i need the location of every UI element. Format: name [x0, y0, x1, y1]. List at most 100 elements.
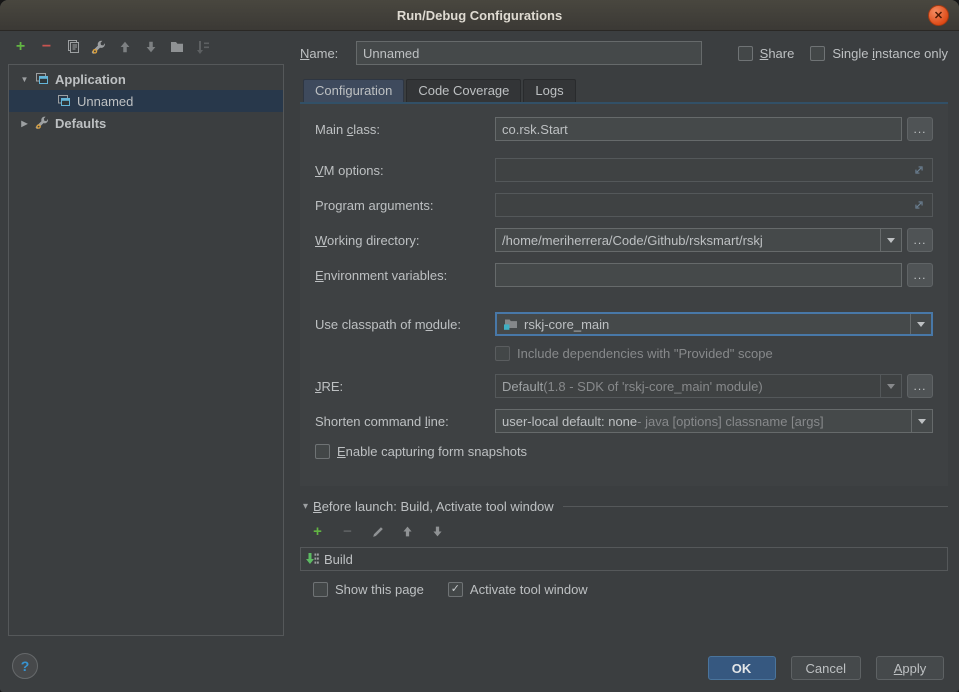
- tab-configuration[interactable]: Configuration: [303, 79, 404, 102]
- capture-snapshots-checkbox[interactable]: Enable capturing form snapshots: [315, 444, 527, 459]
- shorten-dropdown-button[interactable]: [911, 410, 932, 432]
- working-directory-input[interactable]: [502, 233, 874, 248]
- wrench-icon: [34, 115, 50, 131]
- tab-code-coverage[interactable]: Code Coverage: [406, 79, 521, 102]
- arrow-up-icon: [118, 40, 132, 54]
- tree-collapsed-icon[interactable]: ▶: [18, 119, 31, 128]
- share-checkbox-box[interactable]: [738, 46, 753, 61]
- shorten-command-line-combo[interactable]: user-local default: none - java [options…: [495, 409, 933, 433]
- jre-combo[interactable]: Default (1.8 - SDK of 'rskj-core_main' m…: [495, 374, 902, 398]
- tree-item-defaults[interactable]: ▶ Defaults: [9, 112, 283, 134]
- environment-variables-input[interactable]: [502, 268, 895, 283]
- show-this-page-checkbox[interactable]: Show this page: [313, 582, 424, 597]
- single-instance-label: Single instance only: [832, 46, 948, 61]
- use-classpath-label: Use classpath of module:: [315, 317, 495, 332]
- collapse-section-icon[interactable]: ▾: [303, 501, 308, 512]
- expand-editor-icon[interactable]: [912, 198, 926, 212]
- main-class-browse-button[interactable]: ...: [907, 117, 933, 141]
- arrow-down-icon: [431, 525, 444, 538]
- program-arguments-input[interactable]: [502, 198, 908, 213]
- working-directory-row: Working directory: ...: [315, 228, 933, 252]
- ellipsis-icon: ...: [913, 235, 926, 245]
- before-launch-options: Show this page ✓ Activate tool window: [300, 582, 948, 597]
- titlebar[interactable]: Run/Debug Configurations ✕: [0, 0, 959, 31]
- chevron-down-icon: [887, 238, 895, 247]
- jre-row: JRE: Default (1.8 - SDK of 'rskj-core_ma…: [315, 374, 933, 398]
- apply-button[interactable]: Apply: [876, 656, 944, 680]
- check-icon: ✓: [451, 584, 460, 595]
- show-this-page-checkbox-box[interactable]: [313, 582, 328, 597]
- edit-task-button[interactable]: [369, 523, 386, 540]
- module-value: rskj-core_main: [524, 317, 609, 332]
- environment-variables-field-wrap: [495, 263, 902, 287]
- name-input[interactable]: [363, 46, 695, 61]
- close-button[interactable]: ✕: [928, 5, 949, 26]
- chevron-down-icon: [917, 322, 925, 331]
- activate-tool-window-checkbox[interactable]: ✓ Activate tool window: [448, 582, 588, 597]
- single-instance-checkbox-box[interactable]: [810, 46, 825, 61]
- tree-expanded-icon[interactable]: ▼: [18, 75, 31, 84]
- vm-options-input[interactable]: [502, 163, 908, 178]
- arrow-up-icon: [401, 525, 414, 538]
- sort-configurations-button[interactable]: [194, 39, 211, 56]
- environment-variables-row: Environment variables: ...: [315, 263, 933, 287]
- ellipsis-icon: ...: [913, 124, 926, 134]
- jre-browse-button[interactable]: ...: [907, 374, 933, 398]
- tab-bar: Configuration Code Coverage Logs: [300, 79, 948, 102]
- before-launch-toolbar: + −: [309, 523, 948, 540]
- include-provided-checkbox-box[interactable]: [495, 346, 510, 361]
- window-title: Run/Debug Configurations: [397, 8, 562, 23]
- tree-item-application[interactable]: ▼ Application: [9, 68, 283, 90]
- move-up-button[interactable]: [116, 39, 133, 56]
- move-down-button[interactable]: [142, 39, 159, 56]
- single-instance-checkbox[interactable]: Single instance only: [810, 46, 948, 61]
- include-provided-row: Include dependencies with "Provided" sco…: [315, 346, 933, 361]
- tab-logs[interactable]: Logs: [523, 79, 575, 102]
- task-item-build[interactable]: Build: [324, 552, 353, 567]
- vm-options-label: VM options:: [315, 163, 495, 178]
- expand-editor-icon[interactable]: [912, 163, 926, 177]
- jre-value: Default: [502, 379, 543, 394]
- module-combo[interactable]: rskj-core_main: [495, 312, 933, 336]
- include-provided-label: Include dependencies with "Provided" sco…: [517, 346, 773, 361]
- ok-button[interactable]: OK: [708, 656, 776, 680]
- include-provided-checkbox[interactable]: Include dependencies with "Provided" sco…: [495, 346, 773, 361]
- capture-snapshots-checkbox-box[interactable]: [315, 444, 330, 459]
- name-label: Name:: [300, 46, 356, 61]
- environment-variables-browse-button[interactable]: ...: [907, 263, 933, 287]
- main-class-row: Main class: ...: [315, 117, 933, 141]
- name-row: Name: Share Single instance only: [300, 41, 948, 65]
- working-directory-dropdown-button[interactable]: [880, 229, 901, 251]
- module-dropdown-button[interactable]: [910, 314, 931, 334]
- remove-task-button[interactable]: −: [339, 523, 356, 540]
- environment-variables-label: Environment variables:: [315, 268, 495, 283]
- working-directory-browse-button[interactable]: ...: [907, 228, 933, 252]
- help-button[interactable]: ?: [12, 653, 38, 679]
- help-icon: ?: [21, 658, 30, 674]
- folder-icon: [169, 39, 185, 55]
- add-task-button[interactable]: +: [309, 523, 326, 540]
- copy-configuration-button[interactable]: [64, 39, 81, 56]
- move-task-down-button[interactable]: [429, 523, 446, 540]
- build-icon: [304, 551, 320, 567]
- jre-label: JRE:: [315, 379, 495, 394]
- main-class-label: Main class:: [315, 122, 495, 137]
- plus-icon: +: [313, 523, 322, 540]
- name-field-wrap: [356, 41, 702, 65]
- cancel-button[interactable]: Cancel: [791, 656, 861, 680]
- module-value-wrap: rskj-core_main: [497, 314, 910, 334]
- tree-item-unnamed[interactable]: Unnamed: [9, 90, 283, 112]
- create-folder-button[interactable]: [168, 39, 185, 56]
- add-configuration-button[interactable]: +: [12, 39, 29, 56]
- main-class-input[interactable]: [502, 122, 895, 137]
- before-launch-label[interactable]: Before launch: Build, Activate tool wind…: [313, 499, 554, 514]
- share-checkbox[interactable]: Share: [738, 46, 795, 61]
- move-task-up-button[interactable]: [399, 523, 416, 540]
- edit-defaults-button[interactable]: [90, 39, 107, 56]
- application-icon: [34, 71, 50, 87]
- jre-value-wrap: Default (1.8 - SDK of 'rskj-core_main' m…: [496, 375, 880, 397]
- remove-configuration-button[interactable]: −: [38, 39, 55, 56]
- working-directory-value-wrap: [496, 229, 880, 251]
- activate-tool-window-checkbox-box[interactable]: ✓: [448, 582, 463, 597]
- jre-dropdown-button[interactable]: [880, 375, 901, 397]
